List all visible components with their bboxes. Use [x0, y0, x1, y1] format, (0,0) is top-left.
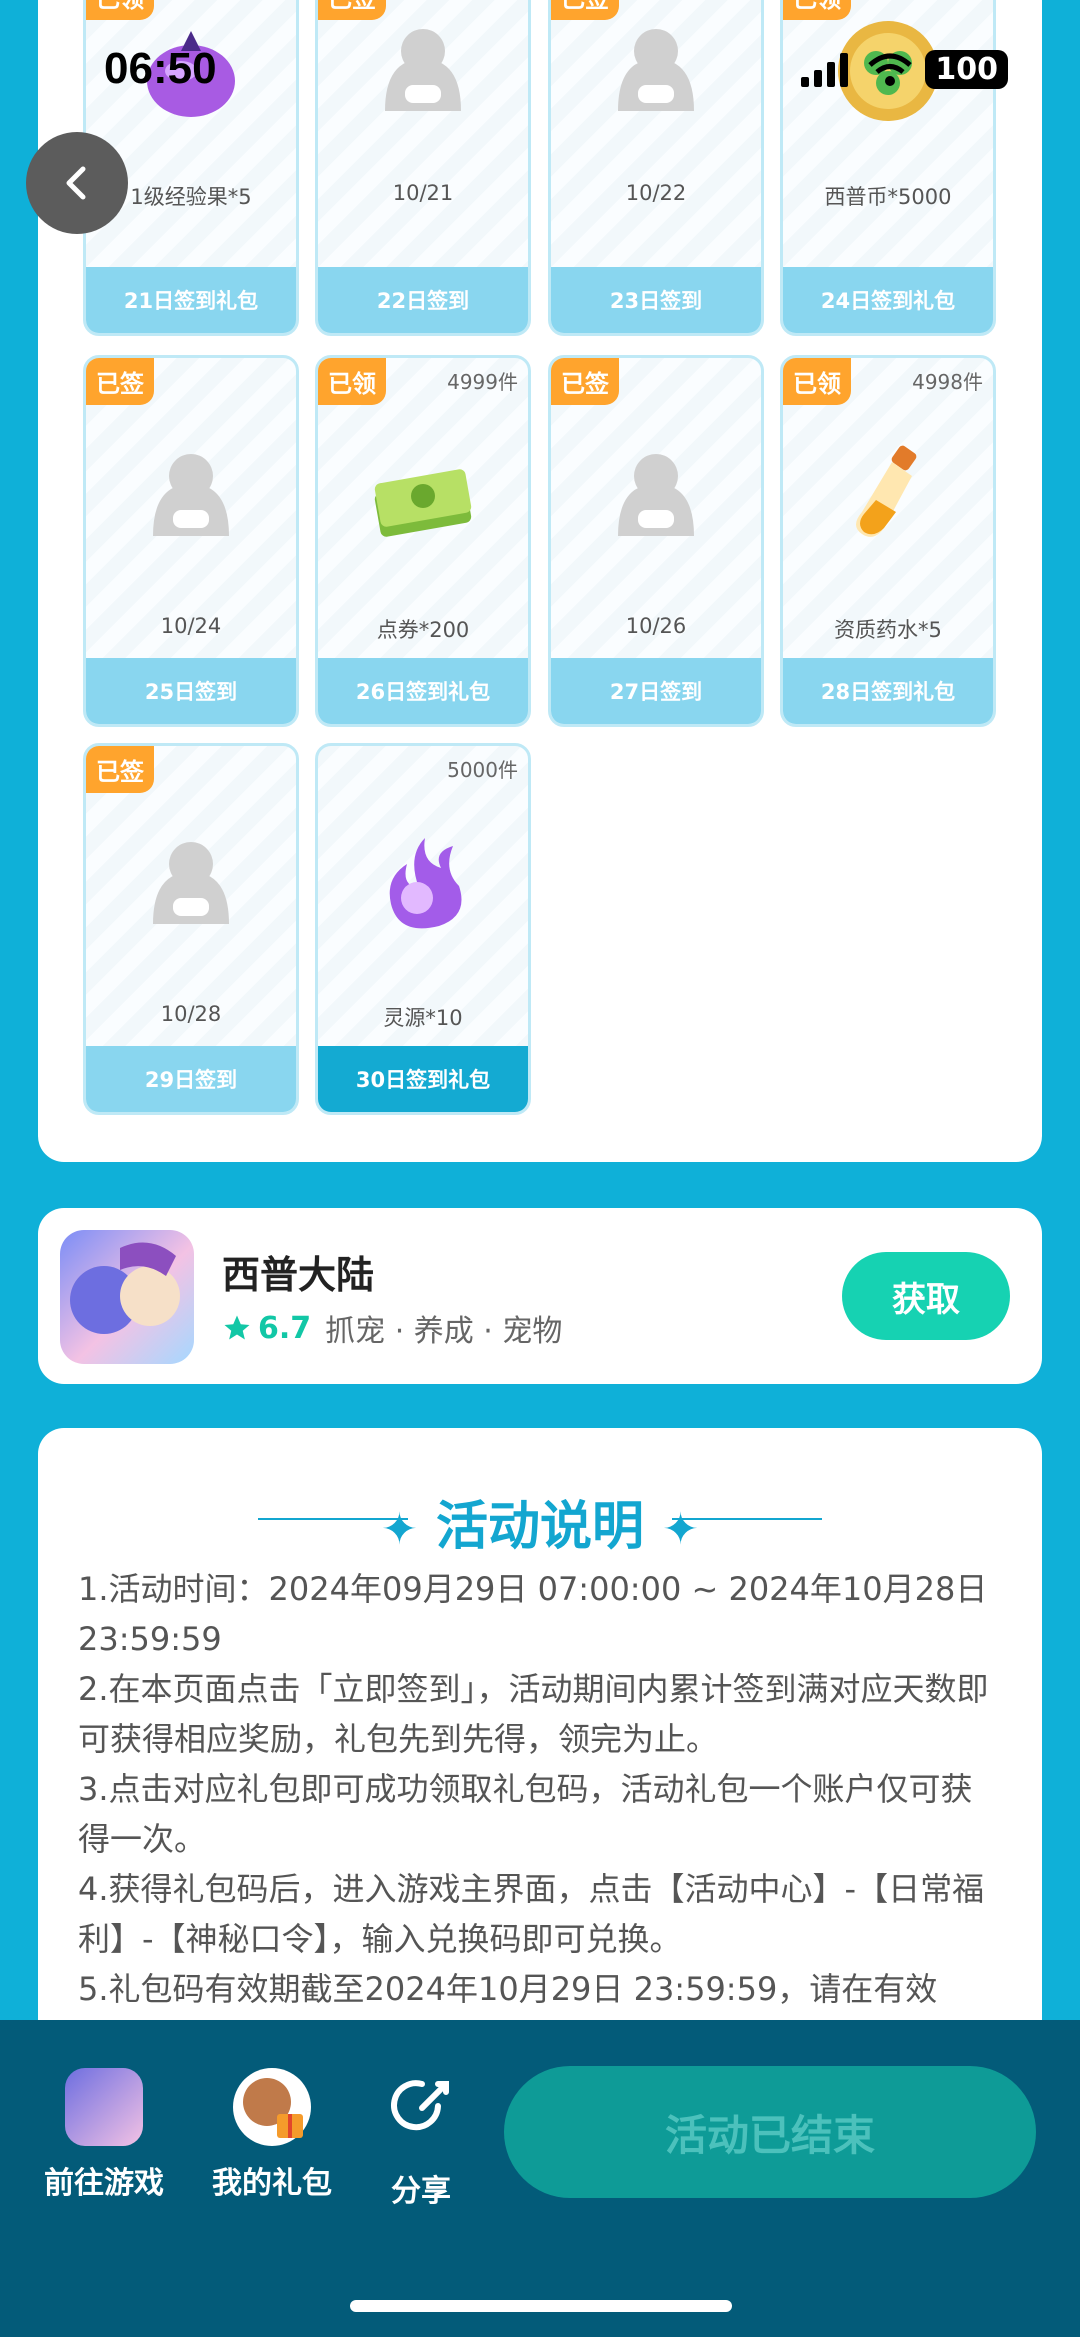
my-gifts-label: 我的礼包	[212, 2166, 332, 2201]
checkin-label: 27日签到	[551, 658, 761, 724]
voucher-stack-icon	[374, 469, 472, 537]
rating-value: 6.7	[258, 1310, 312, 1346]
placeholder-avatar-icon	[153, 842, 229, 924]
checkin-cell-26[interactable]: 已领 4999件 点券*200 26日签到礼包	[315, 355, 531, 727]
stock-count: 5000件	[447, 758, 518, 782]
checkin-label: 29日签到	[86, 1046, 296, 1112]
description-line: 3.点击对应礼包即可成功领取礼包码，活动礼包一个账户仅可获得一次。	[78, 1770, 973, 1858]
reward-text: 西普币*5000	[824, 185, 952, 209]
gift-icon	[233, 2068, 311, 2146]
checkin-label: 23日签到	[551, 267, 761, 333]
sparkle-icon: ✦	[381, 1504, 418, 1555]
sparkle-icon: ✦	[662, 1504, 699, 1555]
checkin-label: 22日签到	[318, 267, 528, 333]
game-icon	[65, 2068, 143, 2146]
signed-tag: 已签	[86, 358, 154, 405]
date-text: 10/24	[160, 614, 222, 638]
battery-icon: 100	[925, 50, 1008, 89]
checkin-label: 21日签到礼包	[86, 267, 296, 333]
placeholder-avatar-icon	[618, 29, 694, 111]
share-icon	[391, 2080, 449, 2131]
claimed-tag: 已领	[318, 358, 386, 405]
placeholder-avatar-icon	[385, 29, 461, 111]
checkin-label: 28日签到礼包	[783, 658, 993, 724]
stock-count: 4998件	[912, 370, 983, 394]
reward-text: 资质药水*5	[834, 618, 942, 642]
claimed-tag: 已领	[783, 358, 851, 405]
description-title: ✦ 活动说明 ✦	[38, 1484, 1042, 1559]
game-tags: 抓宠 · 养成 · 宠物	[325, 1314, 563, 1349]
bottom-action-bar: 前往游戏 我的礼包 分享 活动已结束	[0, 2020, 1080, 2337]
checkin-cell-30[interactable]: 5000件 灵源*10 30日签到礼包	[315, 743, 531, 1115]
checkin-label: 30日签到礼包	[318, 1046, 528, 1112]
date-text: 10/28	[160, 1002, 222, 1026]
reward-text: 点券*200	[376, 618, 470, 642]
signed-tag: 已签	[551, 358, 619, 405]
star-icon	[224, 1315, 250, 1340]
title-text: 活动说明	[435, 1497, 644, 1557]
get-button[interactable]: 获取	[842, 1252, 1010, 1340]
signed-tag: 已签	[86, 746, 154, 793]
spirit-flame-icon	[389, 838, 462, 929]
rating: 6.7	[222, 1311, 311, 1346]
title-divider-right	[672, 1518, 822, 1520]
wifi-icon	[868, 53, 913, 86]
share-button[interactable]: 分享	[382, 2068, 460, 2210]
description-line: 1.活动时间：2024年09月29日 07:00:00 ~ 2024年10月28…	[78, 1570, 988, 1658]
checkin-cell-25[interactable]: 已签 10/24 25日签到	[83, 355, 299, 727]
signal-icon	[801, 52, 849, 87]
status-time: 06:50	[104, 44, 217, 93]
description-line: 2.在本页面点击「立即签到」，活动期间内累计签到满对应天数即可获得相应奖励，礼包…	[78, 1670, 989, 1758]
chevron-left-icon	[66, 166, 86, 200]
game-meta: 6.7 抓宠 · 养成 · 宠物	[222, 1306, 562, 1350]
my-gifts-button[interactable]: 我的礼包	[212, 2068, 332, 2202]
status-icons: 100	[801, 50, 1008, 89]
home-indicator	[350, 2300, 732, 2312]
date-text: 10/22	[625, 181, 687, 205]
checkin-label: 26日签到礼包	[318, 658, 528, 724]
date-text: 10/26	[625, 614, 687, 638]
game-name: 西普大陆	[222, 1253, 375, 1297]
back-button[interactable]	[26, 132, 128, 234]
description-line: 4.获得礼包码后，进入游戏主界面，点击【活动中心】-【日常福利】-【神秘口令】，…	[78, 1870, 985, 1958]
checkin-cell-23[interactable]: 已签 10/22 23日签到	[548, 0, 764, 336]
description-line: 5.礼包码有效期截至2024年10月29日 23:59:59，请在有效	[78, 1970, 938, 2008]
share-label: 分享	[391, 2174, 451, 2209]
stock-count: 4999件	[447, 370, 518, 394]
checkin-label: 25日签到	[86, 658, 296, 724]
checkin-grid-card: 已领 1级经验果*5 21日签到礼包 已签 10/21 22日签到 已签 10/…	[38, 0, 1042, 1162]
checkin-cell-29[interactable]: 已签 10/28 29日签到	[83, 743, 299, 1115]
title-divider-left	[258, 1518, 408, 1520]
potion-bottle-icon	[856, 445, 917, 537]
date-text: 10/21	[392, 181, 454, 205]
description-body: 1.活动时间：2024年09月29日 07:00:00 ~ 2024年10月28…	[78, 1564, 1002, 2014]
checkin-cell-27[interactable]: 已签 10/26 27日签到	[548, 355, 764, 727]
goto-game-button[interactable]: 前往游戏	[44, 2068, 164, 2202]
activity-ended-button[interactable]: 活动已结束	[504, 2066, 1036, 2198]
checkin-cell-28[interactable]: 已领 4998件 资质药水*5 28日签到礼包	[780, 355, 996, 727]
game-card[interactable]: 西普大陆 6.7 抓宠 · 养成 · 宠物 获取	[38, 1208, 1042, 1384]
checkin-cell-22[interactable]: 已签 10/21 22日签到	[315, 0, 531, 336]
game-icon	[60, 1230, 194, 1364]
reward-text: 灵源*10	[383, 1006, 463, 1030]
checkin-label: 24日签到礼包	[783, 267, 993, 333]
goto-game-label: 前往游戏	[44, 2166, 164, 2201]
placeholder-avatar-icon	[618, 454, 694, 536]
placeholder-avatar-icon	[153, 454, 229, 536]
